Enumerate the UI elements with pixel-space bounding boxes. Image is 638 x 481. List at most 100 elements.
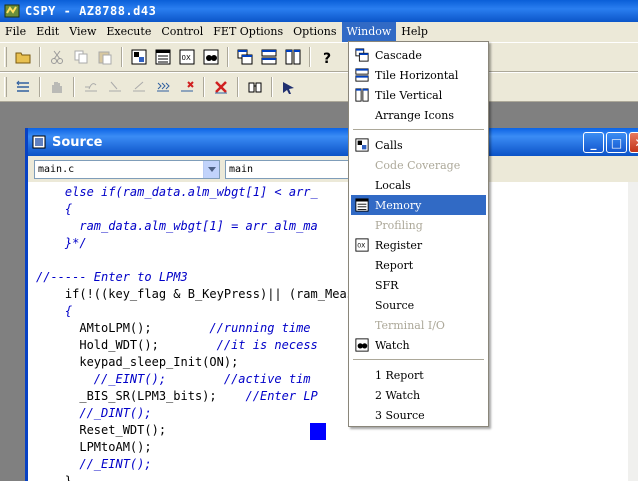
menu-control[interactable]: Control: [156, 22, 208, 42]
tile-vertical-button[interactable]: [282, 46, 304, 68]
code-line: Reset_WDT();: [36, 423, 167, 437]
code-line: }: [36, 474, 73, 481]
calls-icon: [131, 49, 147, 65]
cascade-icon: [355, 48, 369, 62]
register-icon: 0X: [355, 238, 369, 252]
menu-item-report[interactable]: Report: [351, 255, 486, 275]
open-file-button[interactable]: [12, 46, 34, 68]
tile-horizontal-button[interactable]: [258, 46, 280, 68]
window-menu-dropdown: Cascade Tile Horizontal Tile Vertical Ar…: [348, 41, 489, 427]
main-toolbar: 0X ?: [0, 42, 638, 72]
cascade-button[interactable]: [234, 46, 256, 68]
source-combo-bar: main.c main: [28, 156, 638, 182]
autostep-button[interactable]: [152, 76, 174, 98]
toolbar-grip[interactable]: [4, 47, 7, 67]
help-button[interactable]: ?: [316, 46, 338, 68]
menu-execute[interactable]: Execute: [101, 22, 156, 42]
close-icon: ✕: [634, 136, 638, 150]
toolbar-separator: [227, 47, 229, 67]
code-line: //_DINT();: [79, 406, 152, 420]
source-code-view[interactable]: else if(ram_data.alm_wbgt[1] < arr_ { ra…: [28, 182, 628, 481]
menu-item-terminal-io: Terminal I/O: [375, 318, 445, 332]
execution-cursor: [310, 423, 326, 440]
menu-help[interactable]: Help: [396, 22, 433, 42]
paste-button[interactable]: [94, 46, 116, 68]
menu-item-arrange-icons[interactable]: Arrange Icons: [351, 105, 486, 125]
code-line: keypad_sleep_Init(ON);: [36, 355, 239, 369]
vertical-scrollbar[interactable]: [628, 182, 638, 481]
run-to-cursor-button[interactable]: [176, 76, 198, 98]
source-document-icon: [32, 135, 46, 149]
minimize-button[interactable]: _: [583, 132, 604, 153]
menu-item-locals[interactable]: Locals: [351, 175, 486, 195]
menu-item-window-1[interactable]: 1 Report: [351, 365, 486, 385]
code-line: //_EINT();: [79, 457, 152, 471]
step-into-button[interactable]: [104, 76, 126, 98]
minimize-icon: _: [590, 135, 597, 150]
menu-item-register[interactable]: 0X Register: [351, 235, 486, 255]
copy-button[interactable]: [70, 46, 92, 68]
paste-icon: [98, 51, 112, 65]
code-line: {: [36, 202, 73, 216]
watch-icon: [355, 338, 369, 352]
menu-options[interactable]: Options: [288, 22, 341, 42]
break-button[interactable]: [46, 76, 68, 98]
close-button[interactable]: ✕: [629, 132, 638, 153]
menu-item-tile-vertical[interactable]: Tile Vertical: [351, 85, 486, 105]
app-title-bar: CSPY - AZ8788.d43: [0, 0, 638, 22]
tile-vertical-icon: [285, 49, 301, 65]
menu-item-tile-horizontal[interactable]: Tile Horizontal: [351, 65, 486, 85]
cascade-icon: [237, 49, 253, 65]
tile-vertical-icon: [355, 88, 369, 102]
menu-window[interactable]: Window: [341, 22, 397, 42]
menu-view[interactable]: View: [64, 22, 101, 42]
cut-button[interactable]: [46, 46, 68, 68]
memory-icon: [355, 198, 369, 212]
file-combo[interactable]: main.c: [34, 159, 220, 179]
menu-item-source[interactable]: Source: [351, 295, 486, 315]
toolbar-separator: [39, 47, 41, 67]
step-out-button[interactable]: [128, 76, 150, 98]
calls-icon: [355, 138, 369, 152]
register-icon: 0X: [179, 49, 195, 65]
stop-debug-button[interactable]: [210, 76, 232, 98]
menu-item-watch[interactable]: Watch: [351, 335, 486, 355]
toolbar-separator: [121, 47, 123, 67]
menu-item-window-3[interactable]: 3 Source: [351, 405, 486, 425]
go-button[interactable]: [278, 76, 300, 98]
menu-file[interactable]: File: [0, 22, 31, 42]
step-over-button[interactable]: [80, 76, 102, 98]
chevron-down-icon[interactable]: [203, 160, 219, 178]
toolbar-grip[interactable]: [4, 77, 7, 97]
hand-stop-icon: [52, 82, 62, 93]
toolbar-separator: [309, 47, 311, 67]
menu-item-memory[interactable]: Memory: [351, 195, 486, 215]
source-window-title: Source: [52, 134, 103, 150]
source-window: Source _ □ ✕ main.c main else if(ram_dat…: [25, 128, 638, 481]
source-window-title-bar[interactable]: Source _ □ ✕: [28, 128, 638, 156]
menu-item-sfr[interactable]: SFR: [351, 275, 486, 295]
code-line: }*/: [36, 236, 87, 250]
menu-separator: [353, 129, 484, 131]
maximize-button[interactable]: □: [606, 132, 627, 153]
menu-edit[interactable]: Edit: [31, 22, 64, 42]
calls-window-button[interactable]: [128, 46, 150, 68]
menu-item-window-2[interactable]: 2 Watch: [351, 385, 486, 405]
glasses-icon: [248, 82, 262, 93]
menu-item-calls[interactable]: Calls: [351, 135, 486, 155]
quick-watch-button[interactable]: [244, 76, 266, 98]
reset-icon: [16, 80, 29, 92]
step-into-icon: [109, 81, 121, 92]
open-folder-icon: [15, 52, 31, 64]
tile-horizontal-icon: [355, 68, 369, 82]
menu-item-cascade[interactable]: Cascade: [351, 45, 486, 65]
memory-window-button[interactable]: [152, 46, 174, 68]
menu-fet-options[interactable]: FET Options: [208, 22, 288, 42]
register-window-button[interactable]: 0X: [176, 46, 198, 68]
maximize-icon: □: [610, 135, 623, 150]
watch-window-button[interactable]: [200, 46, 222, 68]
step-over-icon: [85, 83, 97, 92]
scissors-icon: [51, 50, 63, 64]
toolbar-separator: [237, 77, 239, 97]
reset-button[interactable]: [12, 76, 34, 98]
